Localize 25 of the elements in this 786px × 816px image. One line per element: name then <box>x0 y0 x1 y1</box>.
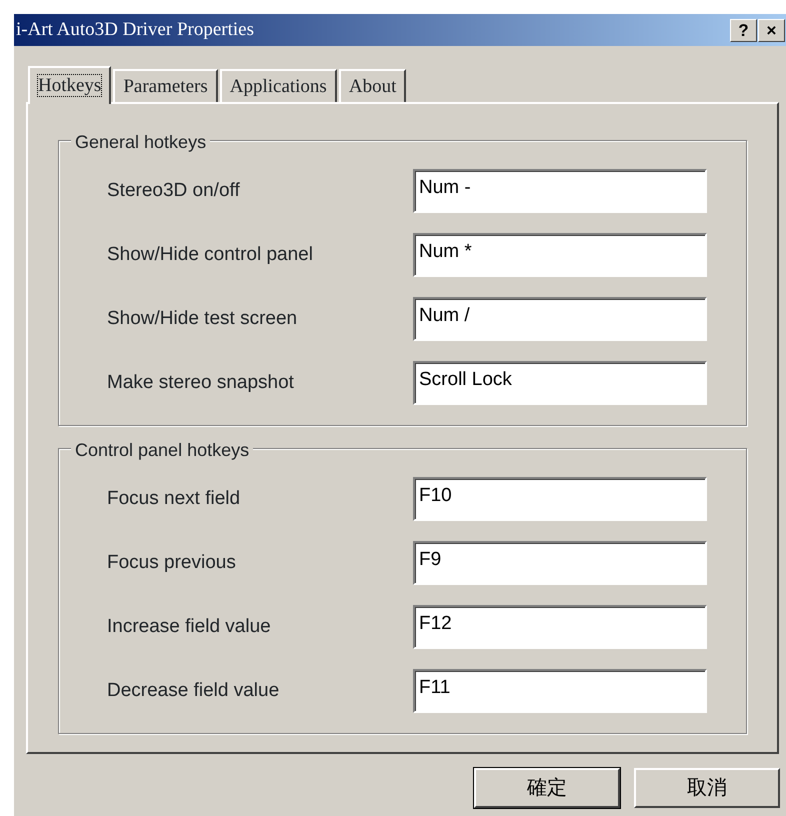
hotkey-label: Focus next field <box>107 486 242 511</box>
tab[interactable]: Hotkeys <box>28 66 112 104</box>
hotkey-field[interactable]: F11 <box>413 669 707 713</box>
ok-button[interactable]: 確定 <box>474 768 620 808</box>
hotkey-field[interactable]: F12 <box>413 605 707 649</box>
hotkey-label: Show/Hide control panel <box>107 242 314 267</box>
cancel-button[interactable]: 取消 <box>634 768 780 808</box>
close-button[interactable]: × <box>758 18 785 42</box>
help-button[interactable]: ? <box>730 18 757 42</box>
tab[interactable]: About <box>338 69 406 102</box>
hotkey-label: Make stereo snapshot <box>107 370 295 395</box>
hotkey-field[interactable]: Num - <box>413 169 707 213</box>
window-title: i-Art Auto3D Driver Properties <box>16 18 254 42</box>
hotkey-label: Increase field value <box>107 614 272 639</box>
hotkey-label: Stereo3D on/off <box>107 178 241 203</box>
hotkey-field[interactable]: F9 <box>413 541 707 585</box>
hotkey-field[interactable]: Num * <box>413 233 707 277</box>
hotkey-label: Focus previous <box>107 550 237 575</box>
tab[interactable]: Applications <box>220 69 337 102</box>
tab[interactable]: Parameters <box>113 69 218 102</box>
hotkey-field[interactable]: Scroll Lock <box>413 361 707 405</box>
hotkey-label: Show/Hide test screen <box>107 306 298 331</box>
hotkey-field[interactable]: Num / <box>413 297 707 341</box>
hotkey-label: Decrease field value <box>107 678 280 703</box>
hotkey-field[interactable]: F10 <box>413 477 707 521</box>
